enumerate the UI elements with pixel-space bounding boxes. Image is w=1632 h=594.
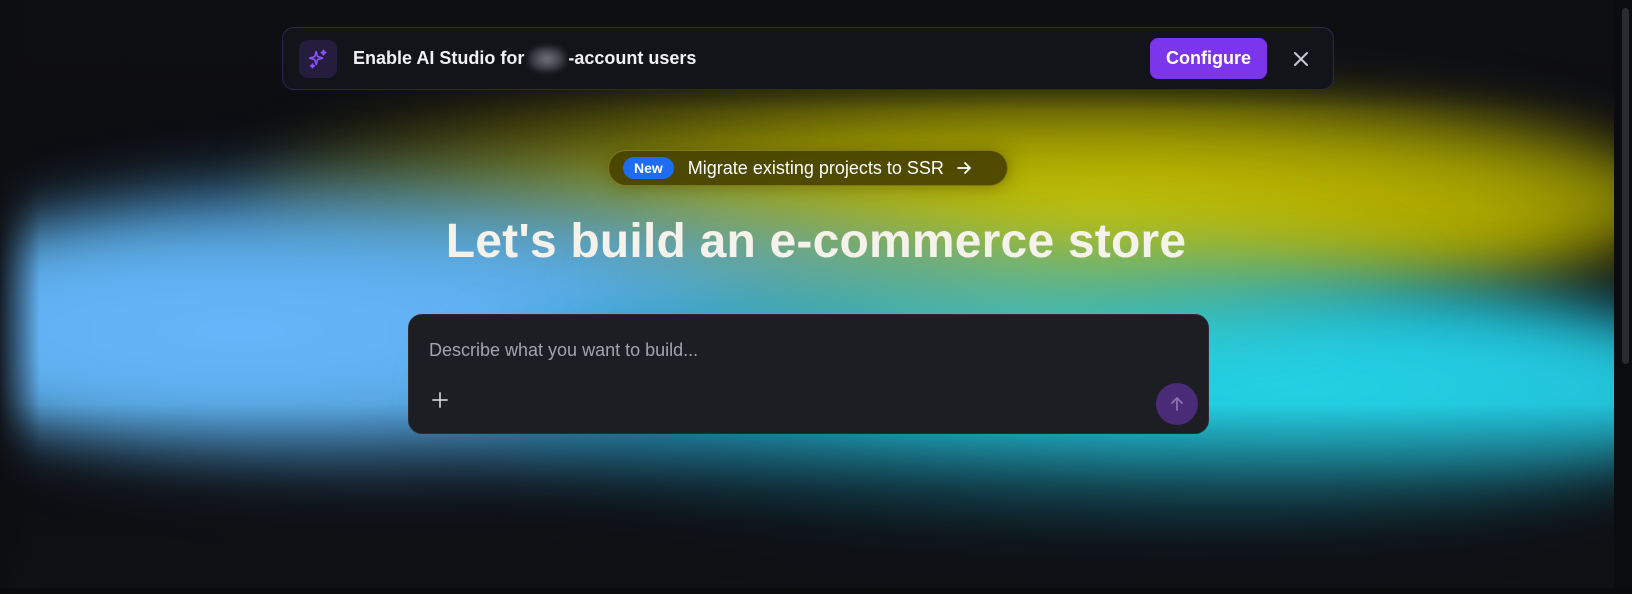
bottom-edge	[0, 588, 1632, 594]
sparkles-icon	[299, 39, 337, 78]
page-title: Let's build an e-commerce store	[445, 215, 1187, 268]
announcement-text: Migrate existing projects to SSR	[687, 157, 944, 178]
ai-studio-banner: Enable AI Studio for -account users Conf…	[282, 27, 1334, 90]
close-banner-button[interactable]	[1285, 43, 1317, 75]
plus-icon	[432, 392, 448, 408]
vertical-scrollbar[interactable]	[1614, 0, 1632, 594]
arrow-up-icon	[1171, 397, 1183, 411]
redacted-account-name	[528, 45, 567, 72]
new-badge: New	[623, 157, 674, 179]
configure-button[interactable]: Configure	[1150, 38, 1267, 79]
banner-text-start: Enable AI Studio for	[353, 48, 525, 68]
banner-message: Enable AI Studio for -account users	[353, 45, 697, 72]
add-attachment-button[interactable]	[425, 385, 455, 415]
scrollbar-thumb[interactable]	[1622, 8, 1629, 364]
close-icon	[1294, 51, 1308, 66]
prompt-box	[408, 314, 1209, 434]
arrow-right-icon	[957, 162, 971, 174]
announcement-pill[interactable]: New Migrate existing projects to SSR	[608, 150, 1008, 186]
send-button[interactable]	[1156, 383, 1198, 425]
prompt-input[interactable]	[429, 333, 1129, 367]
background-fade-left	[0, 0, 40, 594]
banner-text-end: -account users	[568, 48, 697, 68]
page: Enable AI Studio for -account users Conf…	[0, 0, 1632, 594]
